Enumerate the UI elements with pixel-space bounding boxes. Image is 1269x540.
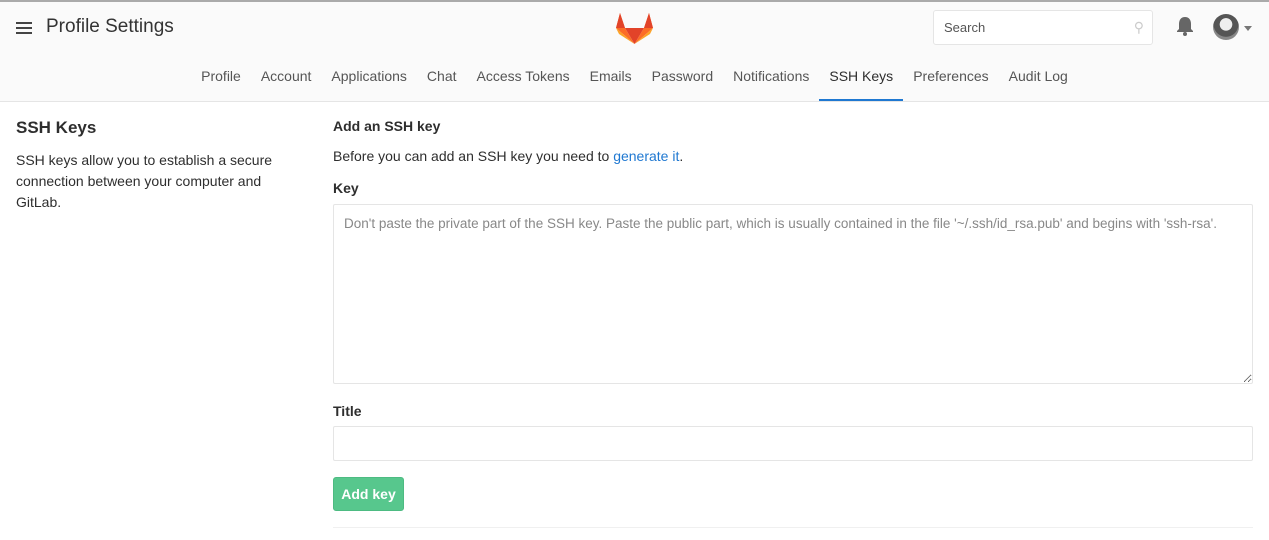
title-label: Title [333,403,362,419]
divider [333,527,1253,528]
settings-tabs: Profile Account Applications Chat Access… [0,54,1269,101]
avatar[interactable] [1213,14,1239,40]
section-description: SSH keys allow you to establish a secure… [16,152,273,210]
chevron-down-icon[interactable] [1244,26,1252,35]
tab-emails[interactable]: Emails [580,54,642,101]
tab-account[interactable]: Account [251,54,322,101]
key-textarea[interactable] [333,204,1253,384]
intro-suffix: . [679,148,684,164]
gitlab-logo-icon[interactable] [616,10,653,45]
tab-password[interactable]: Password [642,54,723,101]
menu-icon[interactable] [16,22,32,34]
generate-it-link[interactable]: generate it [613,148,679,164]
form-heading: Add an SSH key [333,118,441,134]
tab-preferences[interactable]: Preferences [903,54,998,101]
top-header: Profile Settings Search ⚲ Profile Account… [0,0,1269,102]
tab-chat[interactable]: Chat [417,54,467,101]
section-title: SSH Keys [16,118,97,137]
tab-profile[interactable]: Profile [191,54,251,101]
search-icon: ⚲ [1133,19,1144,35]
key-label: Key [333,180,359,196]
tab-notifications[interactable]: Notifications [723,54,819,101]
tab-access-tokens[interactable]: Access Tokens [467,54,580,101]
add-ssh-key-form: Add an SSH key Before you can add an SSH… [333,118,1253,528]
tab-ssh-keys[interactable]: SSH Keys [819,54,904,101]
sidebar-info: SSH Keys SSH keys allow you to establish… [16,118,286,213]
tab-audit-log[interactable]: Audit Log [999,54,1078,101]
search-input[interactable]: Search ⚲ [933,10,1153,45]
add-key-button[interactable]: Add key [333,477,404,511]
intro-prefix: Before you can add an SSH key you need t… [333,148,614,164]
title-input[interactable] [333,426,1253,461]
search-placeholder: Search [944,20,986,35]
tab-applications[interactable]: Applications [321,54,417,101]
bell-icon[interactable] [1176,16,1194,36]
intro-text: Before you can add an SSH key you need t… [333,148,1253,164]
page-title: Profile Settings [46,16,174,37]
